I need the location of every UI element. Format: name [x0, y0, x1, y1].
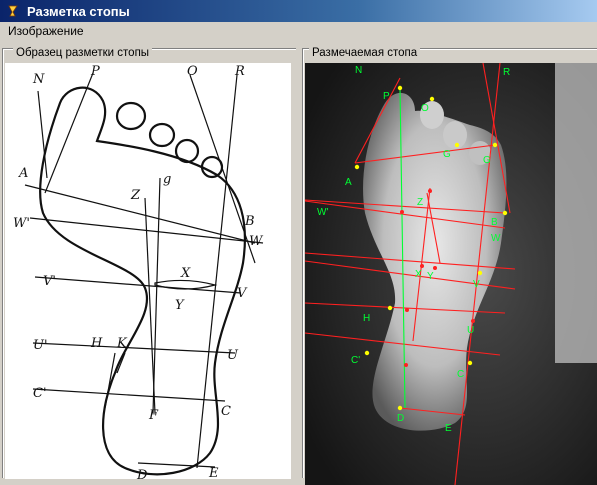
mark-label-P: P — [383, 91, 390, 102]
ref-label-C1: C' — [33, 386, 47, 401]
ref-label-P: P — [90, 64, 100, 79]
ref-label-A: A — [18, 166, 28, 181]
mark-label-U: U — [467, 325, 474, 336]
mark-label-A: A — [345, 177, 352, 188]
ref-label-R: R — [234, 64, 245, 79]
window-title: Разметка стопы — [27, 3, 130, 19]
ref-label-C: C — [221, 404, 231, 419]
title-bar: Разметка стопы — [0, 0, 597, 22]
mark-label-G2: G — [483, 155, 491, 166]
toe-2 — [115, 101, 147, 131]
mark-label-H: H — [363, 313, 370, 324]
ref-label-U: U — [227, 348, 239, 363]
ref-label-N: N — [32, 72, 45, 87]
ref-label-K: K — [116, 336, 128, 351]
mark-label-G: G — [443, 149, 451, 160]
ref-label-X: X — [180, 266, 191, 281]
ref-label-F: F — [148, 408, 159, 423]
ref-label-E: E — [208, 466, 219, 479]
ref-label-Z: Z — [130, 188, 141, 203]
ref-label-Y: Y — [175, 298, 185, 313]
mark-label-C: C — [457, 369, 464, 380]
reference-panel-title: Образец разметки стопы — [13, 47, 153, 59]
mark-label-B: B — [491, 217, 498, 228]
marked-foot-panel-title: Размечаемая стопа — [309, 47, 421, 59]
mark-label-R: R — [503, 67, 510, 78]
mark-label-X: X — [415, 269, 422, 280]
mark-label-Y: Y — [427, 271, 434, 282]
ref-label-U1: U' — [33, 338, 48, 353]
ref-label-O: O — [187, 64, 198, 79]
reference-panel: Образец разметки стопы N P O R A g Z W' … — [2, 42, 296, 479]
marked-foot-groupbox: Размечаемая стопа N R P O G G A Z W' B W… — [302, 47, 597, 485]
ref-label-W1: W' — [13, 216, 30, 231]
xray-frame-edge — [555, 63, 597, 363]
marked-foot-svg: N R P O G G A Z W' B W X Y V H U C' C D … — [305, 63, 597, 485]
toe-3 — [148, 122, 176, 148]
ref-label-H: H — [90, 336, 103, 351]
app-window: Разметка стопы Изображение Образец разме… — [0, 0, 597, 485]
reference-sketch-svg: N P O R A g Z W' B W V' X Y V U' H K U C… — [13, 64, 264, 479]
mark-label-E: E — [445, 423, 452, 434]
ref-label-D: D — [136, 468, 148, 479]
mark-label-Z: Z — [417, 197, 423, 208]
reference-groupbox: Образец разметки стопы N P O R A g Z W' … — [2, 47, 296, 479]
menu-bar: Изображение — [0, 22, 597, 40]
ref-label-V1: V' — [43, 274, 56, 289]
mark-label-V: V — [473, 279, 480, 290]
ref-label-W: W — [249, 234, 264, 249]
mark-label-D: D — [397, 413, 404, 424]
mark-label-W1: W' — [317, 207, 328, 218]
mark-label-C1: C' — [351, 355, 360, 366]
marked-foot-image[interactable]: N R P O G G A Z W' B W X Y V H U C' C D … — [305, 63, 597, 485]
mark-label-W: W — [491, 233, 501, 244]
mark-label-O: O — [421, 103, 429, 114]
marked-foot-panel: Размечаемая стопа N R P O G G A Z W' B W… — [302, 42, 597, 485]
ref-label-B: B — [244, 214, 255, 229]
mark-label-N: N — [355, 65, 362, 76]
reference-sketch: N P O R A g Z W' B W V' X Y V U' H K U C… — [5, 63, 291, 479]
toe-4 — [174, 138, 200, 164]
ref-label-V: V — [237, 286, 248, 301]
ref-label-g: g — [163, 172, 171, 187]
app-icon — [5, 3, 21, 19]
menu-item-image[interactable]: Изображение — [0, 24, 92, 38]
